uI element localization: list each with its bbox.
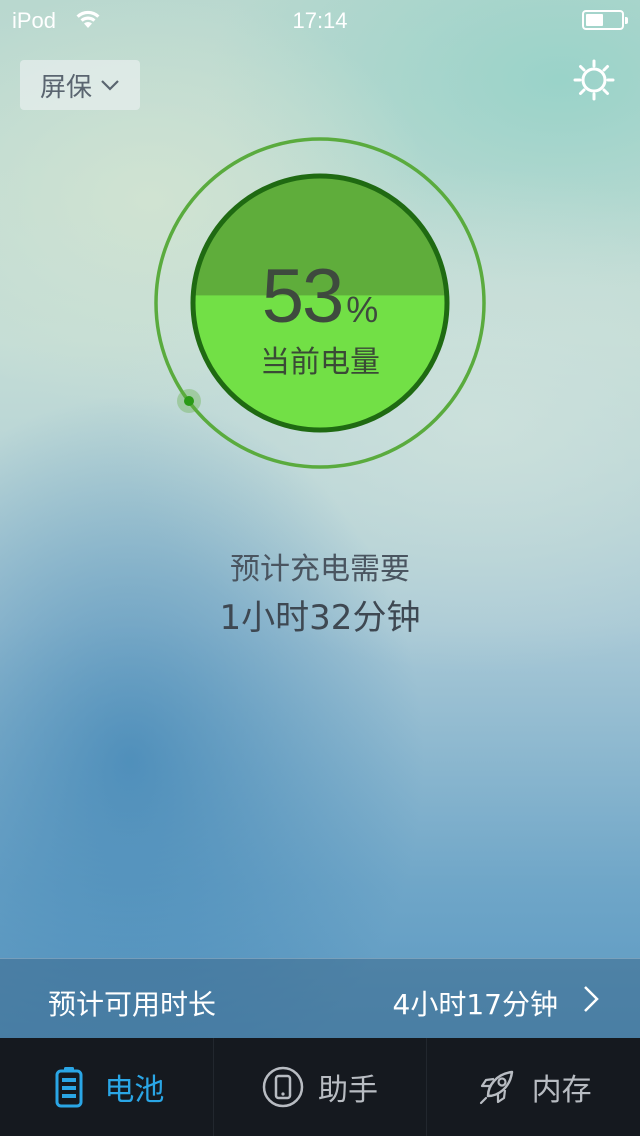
chevron-right-icon: [584, 986, 599, 1012]
battery-percent-sign: %: [346, 289, 379, 330]
tab-assistant[interactable]: 助手: [214, 1038, 428, 1136]
battery-percent-value: 53: [261, 254, 345, 339]
tab-battery[interactable]: 电池: [0, 1038, 214, 1136]
screensaver-dropdown-button[interactable]: 屏保: [20, 60, 140, 110]
charge-estimate-label: 预计充电需要: [230, 552, 410, 587]
rocket-icon: [479, 1070, 513, 1105]
gauge-text: 53% 当前电量: [150, 135, 490, 475]
tab-bar: 电池 助手 内存: [0, 1038, 640, 1136]
phone-icon: [262, 1066, 304, 1108]
status-battery-icon: [582, 10, 628, 30]
screensaver-label: 屏保: [39, 72, 92, 103]
status-battery-fill: [586, 14, 603, 26]
battery-percent: 53%: [150, 253, 490, 340]
battery-icon: [55, 1067, 83, 1108]
tab-battery-label: 电池: [104, 1073, 165, 1108]
chevron-down-icon: [101, 80, 119, 91]
gear-icon[interactable]: [572, 58, 616, 102]
tab-memory-label: 内存: [531, 1073, 592, 1108]
usable-time-label: 预计可用时长: [48, 988, 217, 1021]
status-time: 17:14: [292, 8, 348, 33]
tab-memory[interactable]: 内存: [427, 1038, 640, 1136]
tab-assistant-label: 助手: [318, 1073, 378, 1108]
usable-time-value: 4小时17分钟: [392, 988, 558, 1021]
usable-time-row[interactable]: 预计可用时长 4小时17分钟: [0, 958, 640, 1038]
battery-gauge: 53% 当前电量: [150, 135, 490, 475]
charge-estimate-time: 1小时32分钟: [219, 598, 421, 638]
status-bar: iPod 17:14: [0, 0, 640, 40]
current-charge-label: 当前电量: [260, 345, 380, 380]
